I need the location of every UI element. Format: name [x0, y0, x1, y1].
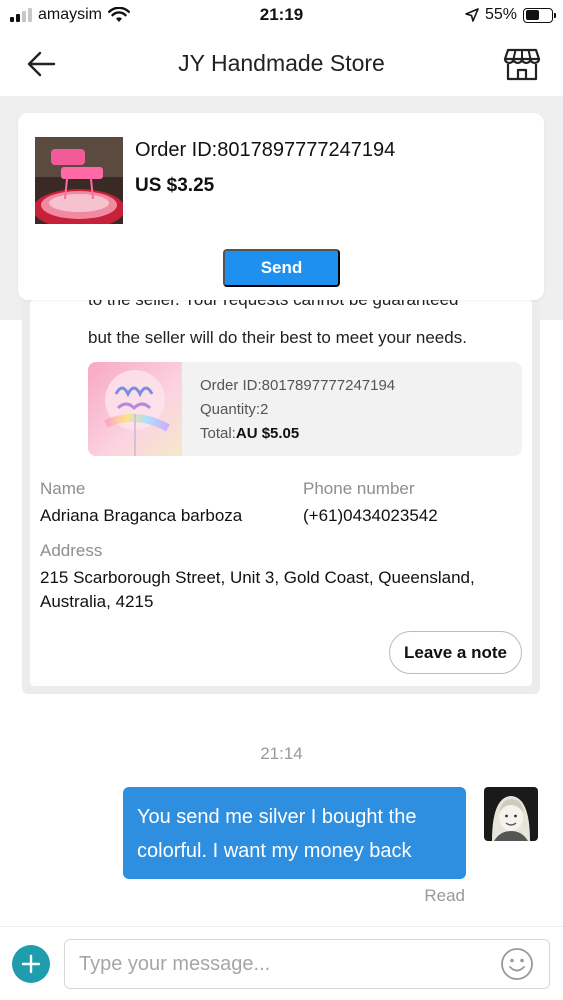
phone-label: Phone number [303, 479, 415, 498]
message-composer [0, 926, 563, 1000]
read-status: Read [424, 886, 465, 905]
battery-icon [523, 7, 556, 23]
pinned-order-price: US $3.25 [135, 175, 215, 196]
page-title: JY Handmade Store [178, 50, 385, 76]
order-notice-partial: to the seller. Your requests cannot be g… [88, 300, 459, 318]
name-label: Name [40, 479, 86, 498]
summary-quantity: Quantity:2 [200, 401, 269, 418]
summary-total-value: AU $5.05 [235, 425, 300, 442]
status-bar: amaysim 21:19 55% [0, 0, 563, 32]
summary-total: Total:AU $5.05 [200, 425, 300, 442]
order-card [30, 300, 532, 686]
phone-value: (+61)0434023542 [303, 506, 438, 525]
order-summary[interactable]: Order ID:8017897777247194 Quantity:2 Tot… [88, 362, 522, 456]
message-bubble[interactable]: You send me silver I bought the colorful… [123, 787, 466, 879]
status-right: 55% [465, 6, 556, 24]
product-thumbnail [35, 137, 123, 224]
summary-order-id: Order ID:8017897777247194 [200, 377, 396, 394]
emoji-icon[interactable] [500, 947, 534, 981]
message-input[interactable] [64, 939, 550, 989]
plus-icon[interactable] [12, 945, 50, 983]
location-arrow-icon [465, 8, 479, 22]
battery-percent: 55% [484, 6, 517, 23]
address-value: 215 Scarborough Street, Unit 3, Gold Coa… [40, 568, 475, 611]
pinned-order-card: Order ID:8017897777247194 US $3.25 Send [18, 113, 544, 300]
user-avatar[interactable] [484, 787, 538, 841]
name-value: Adriana Braganca barboza [40, 506, 243, 525]
pinned-order-id: Order ID:8017897777247194 [135, 139, 396, 161]
order-summary-text: Order ID:8017897777247194 Quantity:2 Tot… [200, 374, 395, 446]
leave-note-button[interactable]: Leave a note [389, 631, 522, 674]
cake-topper-thumbnail [88, 362, 182, 456]
chat-timestamp: 21:14 [260, 744, 303, 763]
order-notice: but the seller will do their best to mee… [88, 328, 467, 347]
address-label: Address [40, 541, 103, 560]
send-order-button[interactable]: Send [223, 249, 340, 287]
store-icon[interactable] [503, 46, 541, 82]
header: JY Handmade Store [0, 32, 563, 96]
